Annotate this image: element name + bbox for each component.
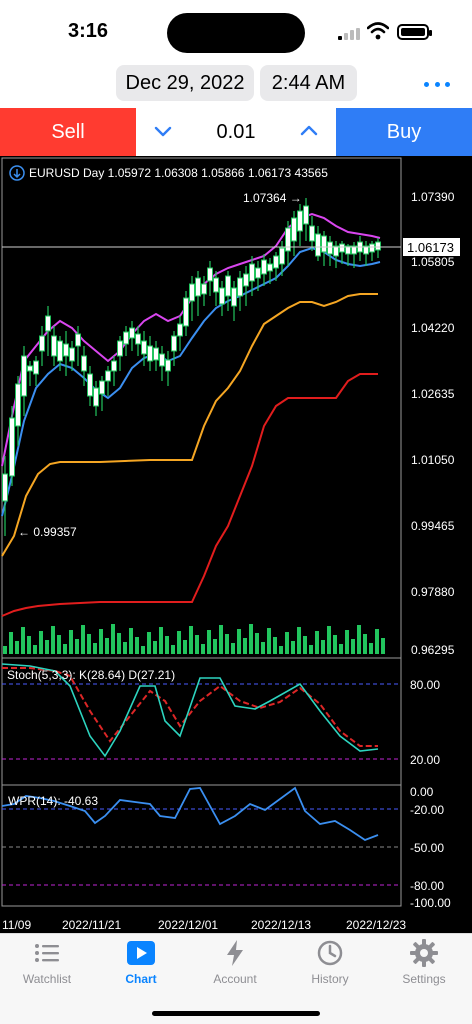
chevron-down-icon[interactable]	[154, 122, 172, 140]
trade-bar: Sell 0.01 Buy	[0, 108, 472, 156]
date-tick-1: 2022/11/21	[62, 918, 121, 932]
gear-icon	[410, 939, 438, 967]
bolt-icon	[227, 940, 243, 966]
date-tick-2: 2022/12/01	[158, 918, 218, 932]
price-tick: 0.99465	[411, 519, 455, 533]
more-options-icon[interactable]	[424, 74, 450, 94]
low-label: ← 0.99357	[18, 525, 77, 539]
price-axis: 1.07390 1.05805 1.04220 1.02635 1.01050 0.994…	[411, 190, 455, 657]
stoch-label: Stoch(5,3,3): K(28.64) D(27.21)	[7, 668, 175, 682]
price-tick: 1.04220	[411, 321, 455, 335]
tab-label-settings: Settings	[402, 972, 446, 986]
date-tick-3: 2022/12/13	[251, 918, 311, 932]
battery-icon	[397, 24, 432, 40]
time-picker[interactable]: 2:44 AM	[260, 65, 357, 101]
price-tick: 0.96295	[411, 643, 455, 657]
tab-label-chart: Chart	[125, 972, 157, 986]
wpr-tick-100: -100.00	[410, 896, 451, 910]
wpr-label: WPR(14): -40.63	[8, 794, 98, 808]
tab-label-account: Account	[213, 972, 257, 986]
price-tick: 1.05805	[411, 255, 455, 269]
tab-chart[interactable]: Chart	[94, 938, 188, 986]
wpr-tick-50: -50.00	[410, 841, 444, 855]
chart-canvas[interactable]: 1.06173 EURUSD Day 1.05972 1.06308 1.058…	[0, 156, 472, 933]
chevron-up-icon[interactable]	[300, 122, 318, 140]
wpr-tick-0: 0.00	[410, 785, 434, 799]
status-bar: 3:16	[0, 0, 472, 62]
tab-history[interactable]: History	[283, 938, 377, 986]
home-indicator	[152, 1011, 320, 1016]
arrow-down-icon	[13, 169, 21, 179]
wpr-tick-20: -20.00	[410, 803, 444, 817]
lot-stepper: 0.01	[136, 108, 336, 156]
price-tick: 1.02635	[411, 387, 455, 401]
price-tick: 0.97880	[411, 585, 455, 599]
history-icon	[317, 940, 343, 966]
current-price-label: 1.06173	[407, 240, 454, 255]
tab-label-history: History	[311, 972, 349, 986]
chart-info-label: EURUSD Day 1.05972 1.06308 1.05866 1.061…	[29, 166, 328, 180]
date-time-bar: Dec 29, 2022 2:44 AM	[0, 62, 472, 108]
orange-indicator-line	[1, 293, 378, 557]
lot-value[interactable]: 0.01	[217, 121, 256, 144]
sell-button[interactable]: Sell	[0, 108, 136, 156]
price-chart[interactable]: 1.06173 EURUSD Day 1.05972 1.06308 1.058…	[0, 156, 472, 933]
list-icon	[35, 944, 59, 962]
status-time: 3:16	[68, 20, 109, 42]
tab-account[interactable]: Account	[188, 938, 282, 986]
tab-label-watchlist: Watchlist	[22, 972, 72, 986]
chart-play-icon	[127, 941, 155, 965]
date-tick-4: 2022/12/23	[346, 918, 406, 932]
candles	[2, 198, 381, 536]
stoch-tick-20: 20.00	[410, 753, 440, 767]
dynamic-island	[167, 13, 305, 53]
wpr-tick-80: -80.00	[410, 879, 444, 893]
tab-settings[interactable]: Settings	[377, 938, 471, 986]
price-tick: 1.07390	[411, 190, 455, 204]
wifi-icon	[367, 22, 389, 40]
red-indicator-line	[1, 373, 378, 617]
price-tick: 1.01050	[411, 453, 455, 467]
buy-button[interactable]: Buy	[336, 108, 472, 156]
signal-icon	[338, 28, 360, 40]
high-label: 1.07364 →	[243, 191, 302, 205]
date-tick-0: 11/09	[2, 918, 31, 932]
tab-watchlist[interactable]: Watchlist	[0, 938, 94, 986]
volume-bars	[3, 624, 385, 654]
date-picker[interactable]: Dec 29, 2022	[116, 65, 254, 101]
stoch-tick-80: 80.00	[410, 678, 440, 692]
